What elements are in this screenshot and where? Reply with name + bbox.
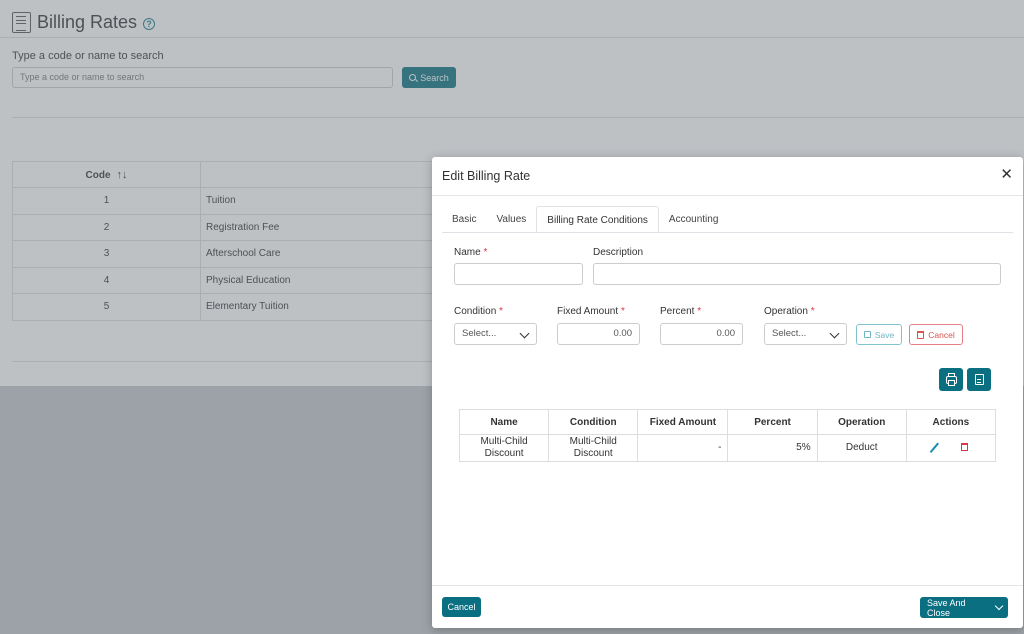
cell-condition: Multi-Child Discount [548,434,639,462]
cell-operation: Deduct [816,434,907,462]
required-mark: * [697,306,702,317]
printer-icon [945,372,957,386]
table-header-row: Name Condition Fixed Amount Percent Oper… [458,409,997,435]
condition-label: Condition * [454,306,503,317]
cell-actions [905,434,997,462]
name-input[interactable] [454,263,583,285]
col-header-name: Name [458,409,550,435]
operation-select[interactable]: Select... [764,323,847,345]
required-mark: * [483,247,488,258]
fixed-amount-label-text: Fixed Amount [557,306,619,317]
cancel-condition-button[interactable]: Cancel [909,324,963,345]
operation-select-value: Select... [772,328,807,339]
modal-tabs: Basic Values Billing Rate Conditions Acc… [442,206,728,233]
cancel-condition-label: Cancel [928,329,955,340]
modal-title: Edit Billing Rate [442,169,531,183]
required-mark: * [810,306,815,317]
save-condition-button[interactable]: Save [856,324,902,345]
name-label-text: Name [454,247,481,258]
cell-percent: 5% [727,434,818,462]
tab-basic[interactable]: Basic [442,206,486,233]
pencil-icon[interactable] [931,442,939,452]
table-row: Multi-Child Discount Multi-Child Discount … [458,434,997,462]
col-header-percent: Percent [727,409,818,435]
operation-label: Operation * [764,306,815,317]
condition-select[interactable]: Select... [454,323,537,345]
condition-select-value: Select... [462,328,497,339]
percent-input[interactable]: 0.00 [660,323,743,345]
export-button[interactable] [967,368,991,391]
print-button[interactable] [939,368,963,391]
tabs-divider [442,232,1013,233]
cell-name-line2: Discount [484,448,524,459]
save-options-toggle[interactable] [990,597,1008,618]
description-label: Description [593,247,644,258]
col-header-operation: Operation [816,409,907,435]
edit-billing-rate-modal: Edit Billing Rate ✕ Basic Values Billing… [432,157,1023,628]
percent-label-text: Percent [660,306,695,317]
operation-label-text: Operation [764,306,808,317]
tab-values[interactable]: Values [486,206,536,233]
required-mark: * [620,306,625,317]
document-icon [974,374,984,385]
fixed-amount-label: Fixed Amount * [557,306,625,317]
cell-name: Multi-Child Discount [458,434,550,462]
trash-icon [917,330,925,339]
chevron-down-icon [829,328,840,339]
percent-label: Percent * [660,306,701,317]
trash-icon[interactable] [960,443,968,452]
close-icon[interactable]: ✕ [1000,167,1013,183]
save-and-close-label: Save And Close [927,597,966,618]
col-header-condition: Condition [548,409,639,435]
save-condition-label: Save [874,329,895,340]
cell-condition-line2: Discount [573,448,613,459]
conditions-table: Name Condition Fixed Amount Percent Oper… [458,409,997,462]
chevron-down-icon [994,601,1004,611]
cell-fixed-amount: - [637,434,729,462]
col-header-fixed-amount: Fixed Amount [637,409,729,435]
cancel-button[interactable]: Cancel [442,597,481,617]
save-icon [863,331,871,338]
fixed-amount-input[interactable]: 0.00 [557,323,640,345]
tab-accounting[interactable]: Accounting [659,206,728,233]
cell-condition-line1: Multi-Child [569,436,617,447]
col-header-actions: Actions [905,409,997,435]
name-label: Name * [454,247,487,258]
divider [432,195,1023,196]
tab-billing-rate-conditions[interactable]: Billing Rate Conditions [536,206,659,233]
required-mark: * [499,306,503,317]
description-input[interactable] [593,263,1001,285]
divider [432,585,1023,586]
cell-name-line1: Multi-Child [480,436,528,447]
chevron-down-icon [519,328,530,339]
save-and-close-button[interactable]: Save And Close [920,597,1008,618]
condition-label-text: Condition [454,306,497,317]
